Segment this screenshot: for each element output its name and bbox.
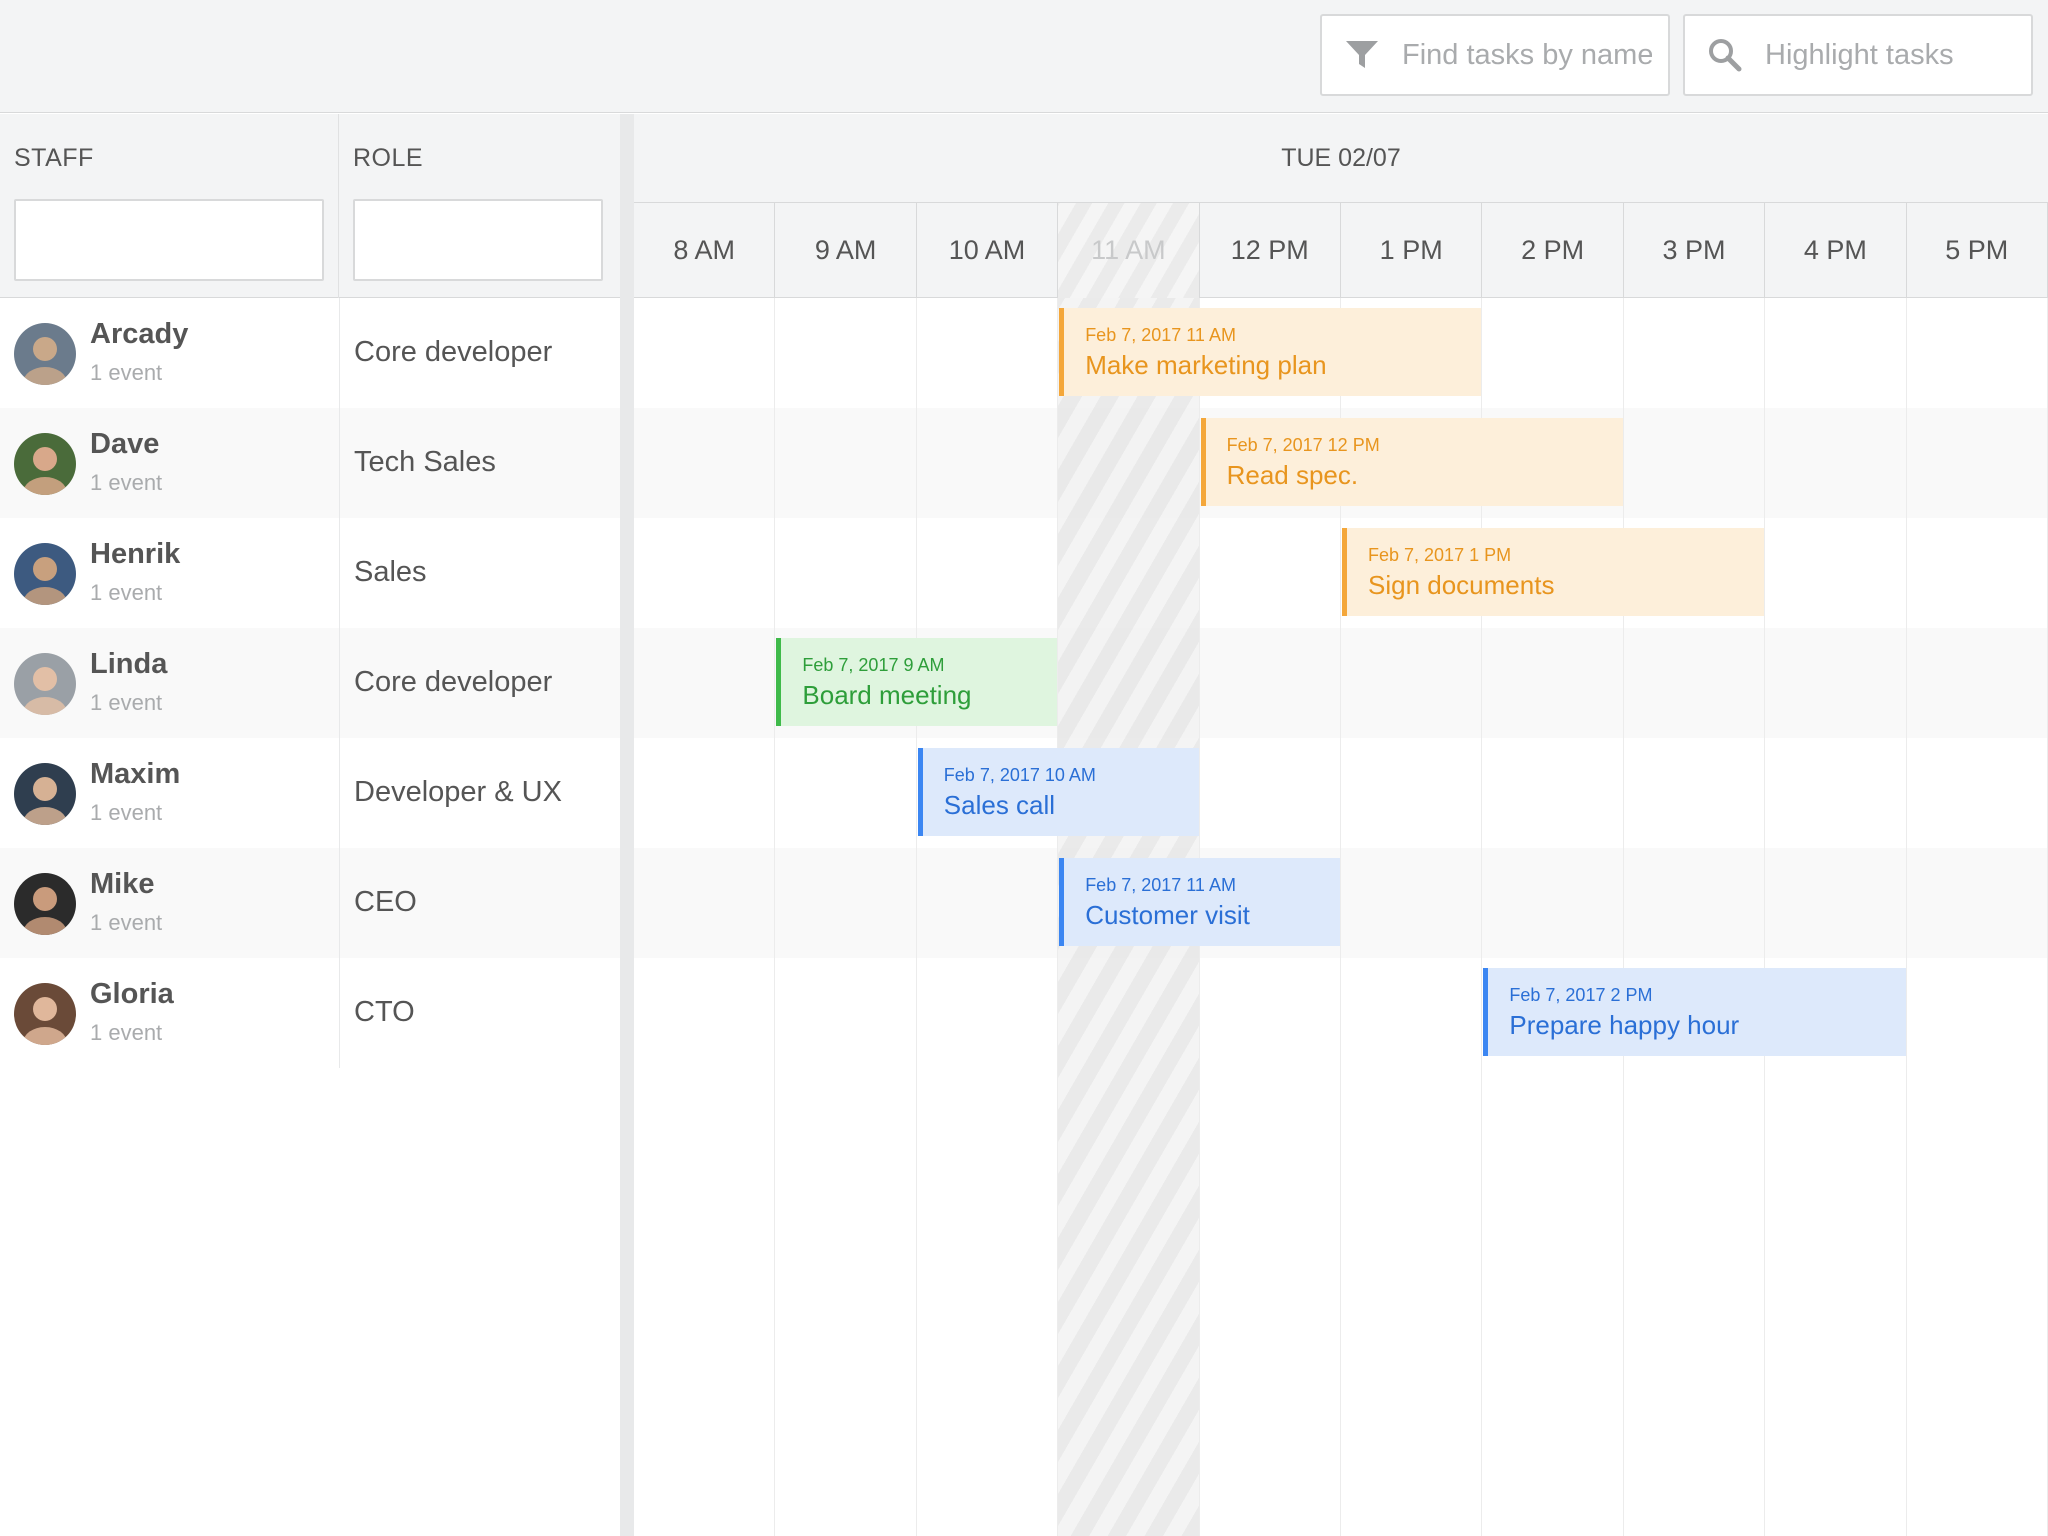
hour-header-11-am: 11 AM: [1058, 203, 1200, 298]
event-bar[interactable]: Feb 7, 2017 9 AM Board meeting: [776, 638, 1058, 726]
event-bar[interactable]: Feb 7, 2017 11 AM Customer visit: [1059, 858, 1340, 946]
avatar: [14, 983, 76, 1045]
hour-header-2-pm: 2 PM: [1482, 203, 1624, 298]
event-date: Feb 7, 2017 2 PM: [1509, 985, 1653, 1005]
column-divider: [339, 298, 340, 1068]
day-label: TUE 02/07: [1281, 144, 1401, 172]
staff-name: Mike: [90, 868, 155, 900]
event-date: Feb 7, 2017 1 PM: [1368, 545, 1512, 565]
event-title: Sign documents: [1368, 570, 1555, 600]
event-date: Feb 7, 2017 11 AM: [1085, 325, 1236, 345]
hour-grid-line: [774, 298, 776, 1536]
staff-name: Henrik: [90, 538, 181, 570]
event-count: 1 event: [90, 470, 163, 495]
event-count: 1 event: [90, 360, 163, 385]
avatar: [14, 763, 76, 825]
event-date: Feb 7, 2017 11 AM: [1085, 875, 1236, 895]
event-bar[interactable]: Feb 7, 2017 2 PM Prepare happy hour: [1483, 968, 1906, 1056]
staff-role: Sales: [354, 556, 427, 588]
column-title-staff: STAFF: [14, 144, 94, 172]
event-title: Board meeting: [802, 680, 972, 710]
event-count: 1 event: [90, 1020, 163, 1045]
event-date: Feb 7, 2017 9 AM: [802, 655, 945, 675]
staff-name: Arcady: [90, 318, 189, 350]
hour-grid-line: [1057, 298, 1059, 1536]
toolbar: [0, 0, 2048, 113]
hour-header-9-am: 9 AM: [775, 203, 917, 298]
staff-role: Developer & UX: [354, 776, 562, 808]
staff-role: Core developer: [354, 666, 553, 698]
event-title: Read spec.: [1226, 460, 1359, 490]
event-count: 1 event: [90, 910, 163, 935]
grid-splitter[interactable]: [620, 114, 634, 1536]
search-icon: [1685, 16, 1765, 94]
staff-row[interactable]: Linda 1 event Core developer: [0, 628, 620, 738]
filter-tasks-input[interactable]: [1402, 38, 1652, 72]
filter-tasks-field[interactable]: [1320, 14, 1670, 96]
staff-row[interactable]: Mike 1 event CEO: [0, 848, 620, 958]
event-bar[interactable]: Feb 7, 2017 10 AM Sales call: [917, 748, 1199, 836]
avatar: [14, 873, 76, 935]
grid-header: STAFF ROLE: [0, 114, 620, 298]
event-bar[interactable]: Feb 7, 2017 1 PM Sign documents: [1342, 528, 1765, 616]
event-date: Feb 7, 2017 10 AM: [943, 765, 1096, 785]
hour-header-10-am: 10 AM: [917, 203, 1059, 298]
hour-header-4-pm: 4 PM: [1765, 203, 1907, 298]
event-date: Feb 7, 2017 12 PM: [1226, 435, 1380, 455]
staff-name: Linda: [90, 648, 168, 680]
event-count: 1 event: [90, 580, 163, 605]
staff-row[interactable]: Henrik 1 event Sales: [0, 518, 620, 628]
avatar: [14, 653, 76, 715]
staff-role: CEO: [354, 886, 417, 918]
event-title: Prepare happy hour: [1509, 1010, 1740, 1040]
hour-grid-line: [1622, 298, 1624, 1536]
staff-row[interactable]: Dave 1 event Tech Sales: [0, 408, 620, 518]
hour-header-8-am: 8 AM: [634, 203, 776, 298]
column-header-role[interactable]: ROLE: [339, 114, 620, 298]
staff-name: Gloria: [90, 978, 174, 1010]
avatar: [14, 543, 76, 605]
highlight-tasks-field[interactable]: [1683, 14, 2033, 96]
event-count: 1 event: [90, 800, 163, 825]
hour-header-3-pm: 3 PM: [1624, 203, 1766, 298]
staff-row[interactable]: Gloria 1 event CTO: [0, 958, 620, 1068]
hour-grid-line: [1905, 298, 1907, 1536]
staff-name: Maxim: [90, 758, 181, 790]
schedule-row: [634, 738, 2048, 848]
hour-grid-line: [1764, 298, 1766, 1536]
staff-role: CTO: [354, 996, 415, 1028]
highlight-tasks-input[interactable]: [1765, 38, 2015, 72]
staff-role: Tech Sales: [354, 446, 496, 478]
event-title: Make marketing plan: [1085, 350, 1327, 380]
event-bar[interactable]: Feb 7, 2017 12 PM Read spec.: [1200, 418, 1623, 506]
column-header-staff[interactable]: STAFF: [0, 114, 339, 298]
schedule-header: TUE 02/07 8 AM 9 AM 10 AM 11 AM 12 PM 1 PM 2 P…: [634, 114, 2048, 298]
role-filter-input[interactable]: [353, 199, 603, 281]
staff-name: Dave: [90, 428, 160, 460]
schedule-row: [634, 848, 2048, 958]
hour-grid-line: [915, 298, 917, 1536]
staff-row[interactable]: Maxim 1 event Developer & UX: [0, 738, 620, 848]
event-title: Sales call: [943, 790, 1056, 820]
event-count: 1 event: [90, 690, 163, 715]
event-title: Customer visit: [1085, 900, 1250, 930]
staff-filter-input[interactable]: [14, 199, 324, 281]
avatar: [14, 323, 76, 385]
hour-header-1-pm: 1 PM: [1341, 203, 1483, 298]
avatar: [14, 433, 76, 495]
filter-icon: [1322, 16, 1402, 94]
column-title-role: ROLE: [353, 144, 424, 172]
schedule-row: [634, 518, 2048, 628]
hour-header-5-pm: 5 PM: [1907, 203, 2048, 298]
hour-header-12-pm: 12 PM: [1200, 203, 1341, 298]
event-bar[interactable]: Feb 7, 2017 11 AM Make marketing plan: [1059, 308, 1482, 396]
staff-row[interactable]: Arcady 1 event Core developer: [0, 298, 620, 408]
staff-role: Core developer: [354, 336, 553, 368]
schedule-body: Feb 7, 2017 11 AM Make marketing plan Feb …: [634, 298, 2048, 1536]
